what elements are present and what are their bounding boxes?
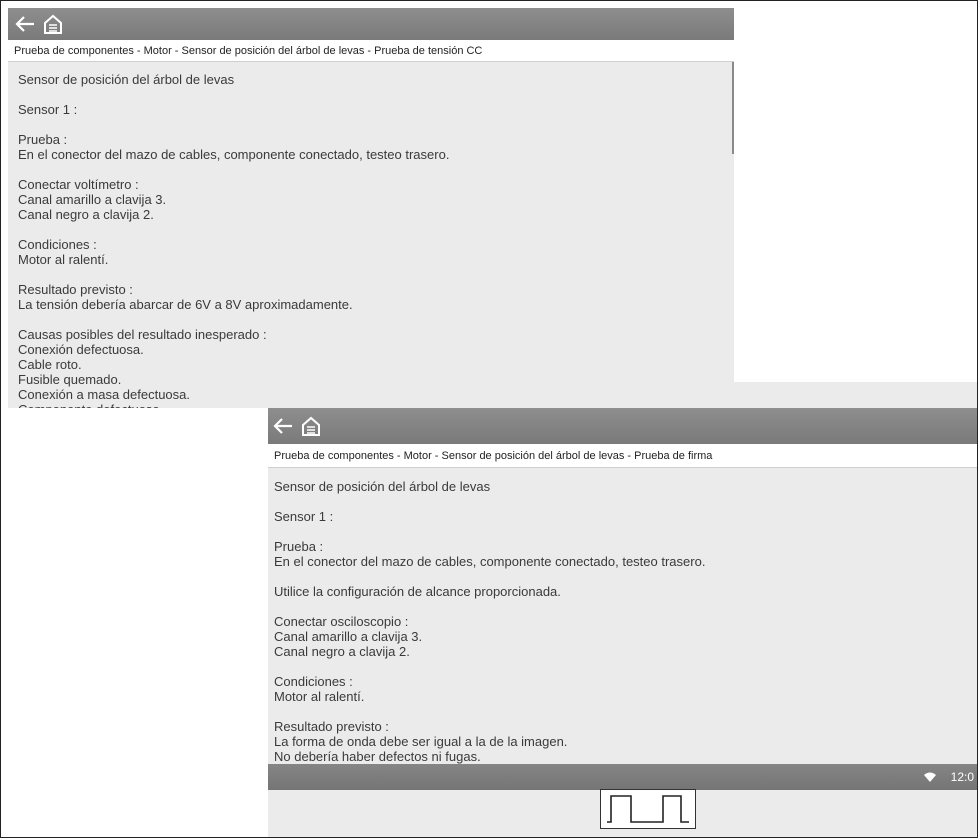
- figure-border: [0, 0, 978, 838]
